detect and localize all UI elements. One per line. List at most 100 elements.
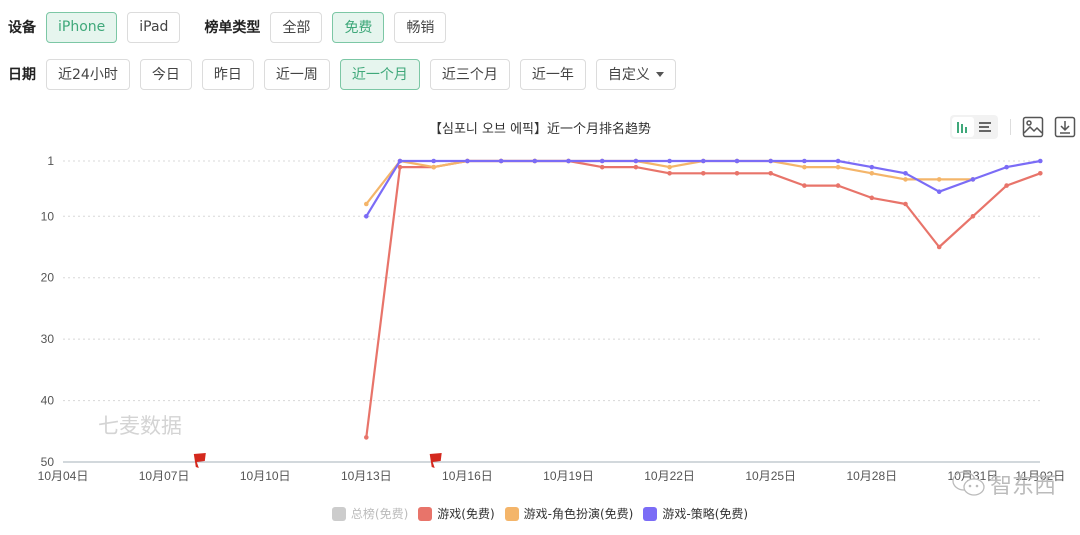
data-point <box>734 158 740 164</box>
date-label: 日期 <box>8 67 36 83</box>
view-toggle <box>950 115 998 139</box>
data-point <box>903 201 908 207</box>
x-tick-label: 10月10日 <box>240 469 291 483</box>
legend-label: 游戏-策略(免费) <box>662 507 749 521</box>
data-point <box>364 201 369 207</box>
data-point <box>903 170 908 176</box>
data-point <box>667 164 672 170</box>
date-today-button[interactable]: 今日 <box>139 58 192 90</box>
data-point <box>431 158 437 164</box>
data-point <box>970 177 976 182</box>
chart-toolbar <box>950 115 1080 139</box>
chart-legend: 总榜(免费) 游戏(免费) 游戏-角色扮演(免费) 游戏-策略(免费) <box>0 505 1080 522</box>
legend-swatch <box>504 506 519 521</box>
x-tick-label: 10月07日 <box>139 469 190 483</box>
filter-row-date: 日期 近24小时 今日 昨日 近一周 近一个月 近三个月 近一年 自定义 <box>8 58 686 90</box>
date-24h-button[interactable]: 近24小时 <box>46 58 130 90</box>
y-tick-label: 30 <box>41 332 55 346</box>
legend-label: 游戏(免费) <box>437 507 495 521</box>
date-week-button[interactable]: 近一周 <box>263 58 330 90</box>
data-point <box>768 170 773 176</box>
legend-swatch <box>418 506 433 521</box>
data-point <box>869 195 875 201</box>
legend-item[interactable]: 游戏(免费) <box>418 505 495 522</box>
data-point <box>802 158 807 164</box>
x-tick-label: 10月16日 <box>442 469 493 483</box>
data-point <box>633 164 639 170</box>
legend-item[interactable]: 游戏-策略(免费) <box>643 505 748 522</box>
data-point <box>633 158 639 164</box>
series-line <box>365 159 1041 438</box>
date-custom-label: 自定义 <box>607 67 650 83</box>
data-point <box>532 158 538 164</box>
data-point <box>1038 158 1043 164</box>
data-point <box>364 213 369 219</box>
x-tick-label: 10月19日 <box>543 469 594 483</box>
data-point <box>936 189 942 195</box>
data-point <box>835 158 841 164</box>
data-point <box>869 170 875 176</box>
y-tick-label: 50 <box>41 455 55 469</box>
data-point <box>599 158 605 164</box>
data-point <box>667 158 672 164</box>
date-3months-button[interactable]: 近三个月 <box>429 58 510 90</box>
data-point <box>1038 170 1043 176</box>
date-yesterday-button[interactable]: 昨日 <box>201 58 254 90</box>
data-point <box>701 170 706 176</box>
list-type-all-button[interactable]: 全部 <box>270 11 323 43</box>
date-custom-dropdown[interactable]: 自定义 <box>595 58 676 90</box>
wechat-icon <box>952 471 985 496</box>
data-point <box>936 177 942 182</box>
list-type-label: 榜单类型 <box>204 20 261 36</box>
bar-chart-icon[interactable] <box>952 117 974 137</box>
data-point <box>1004 164 1009 170</box>
data-point <box>498 158 504 164</box>
x-tick-label: 10月25日 <box>745 469 796 483</box>
list-type-free-button[interactable]: 免费 <box>332 11 385 43</box>
y-tick-label: 10 <box>41 209 55 223</box>
x-tick-label: 10月28日 <box>846 469 897 483</box>
data-point <box>802 164 807 170</box>
toolbar-divider <box>1010 119 1011 135</box>
data-point <box>397 158 403 164</box>
corner-watermark-text: 智东西 <box>990 474 1057 499</box>
data-point <box>431 164 437 170</box>
legend-item[interactable]: 游戏-角色扮演(免费) <box>504 505 634 522</box>
series-line <box>365 159 1041 217</box>
y-tick-label: 1 <box>47 154 54 168</box>
date-year-button[interactable]: 近一年 <box>519 58 586 90</box>
device-ipad-button[interactable]: iPad <box>127 11 181 43</box>
rank-trend-chart: 1 10 20 30 40 5010月04日 10月07日 10月10日 10月13日 10月16… <box>38 154 1066 483</box>
event-flag-icon <box>429 453 442 468</box>
data-point <box>936 244 942 250</box>
list-type-grossing-button[interactable]: 畅销 <box>394 11 447 43</box>
data-point <box>364 435 369 440</box>
date-month-button[interactable]: 近一个月 <box>339 58 420 90</box>
x-tick-label: 10月22日 <box>644 469 695 483</box>
caret-down-icon <box>655 71 664 77</box>
data-point <box>835 164 841 170</box>
event-flag-icon <box>193 453 206 468</box>
list-icon[interactable] <box>974 117 996 137</box>
data-point <box>734 170 740 176</box>
device-iphone-button[interactable]: iPhone <box>46 11 118 43</box>
data-point <box>835 183 841 188</box>
legend-label: 总榜(免费) <box>350 507 409 521</box>
download-icon[interactable] <box>1053 115 1077 139</box>
legend-label: 游戏-角色扮演(免费) <box>523 507 634 521</box>
y-tick-label: 20 <box>41 271 55 285</box>
data-point <box>802 183 807 188</box>
x-tick-label: 10月13日 <box>341 469 392 483</box>
data-point <box>970 213 976 219</box>
data-point <box>869 164 875 170</box>
data-point <box>599 164 605 170</box>
filter-row-device: 设备 iPhone iPad 榜单类型 全部 免费 畅销 <box>8 11 456 43</box>
data-point <box>701 158 706 164</box>
legend-item[interactable]: 总榜(免费) <box>331 505 409 522</box>
legend-swatch <box>331 506 346 521</box>
image-icon[interactable] <box>1021 115 1045 139</box>
legend-swatch <box>643 506 658 521</box>
data-point <box>903 177 908 182</box>
x-tick-label: 10月04日 <box>38 469 89 483</box>
data-point <box>667 170 672 176</box>
